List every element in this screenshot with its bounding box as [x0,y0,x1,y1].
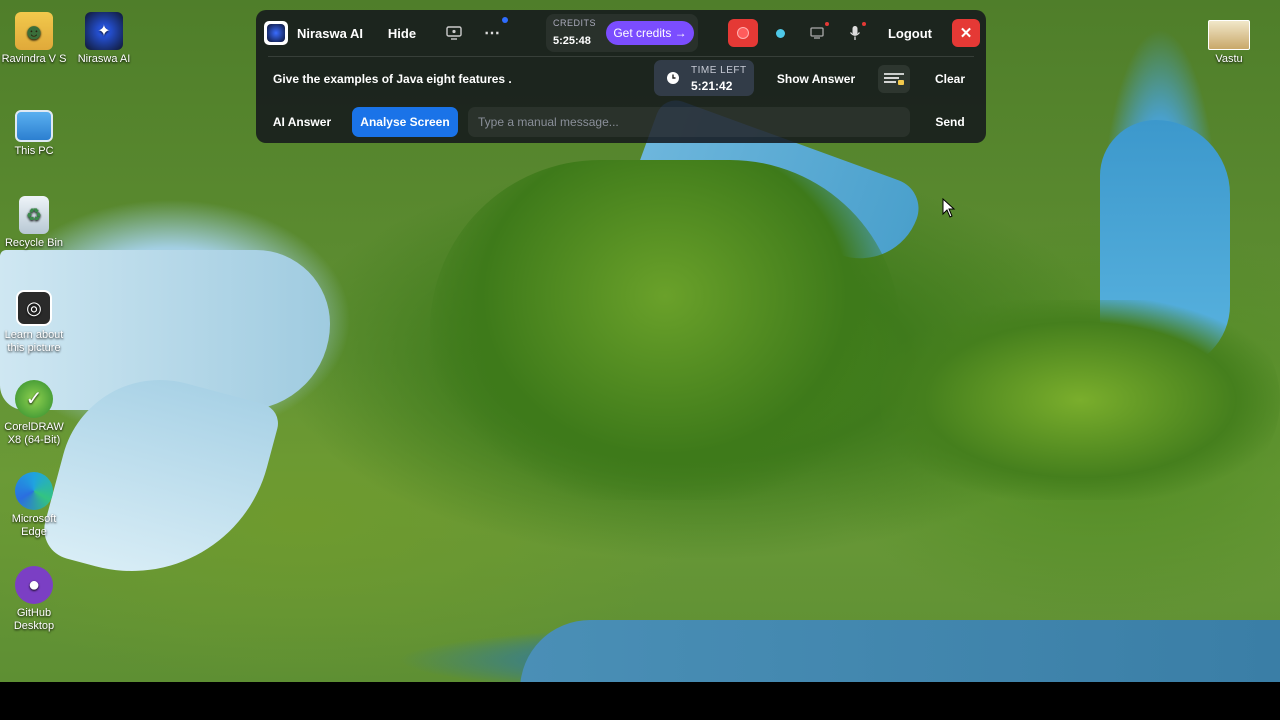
more-dots-icon: ⋯ [484,25,500,42]
niraswa-app-icon: ✦ [85,12,123,50]
desktop-icon-coreldraw[interactable]: ✓ CorelDRAW X8 (64-Bit) [0,380,70,447]
close-icon: ✕ [959,25,973,42]
desktop-icon-learn-picture[interactable]: ◎ Learn about this picture [0,290,70,355]
desktop-icon-this-pc[interactable]: This PC [0,104,70,158]
time-left-value: 5:21:42 [691,79,733,93]
record-icon [737,27,749,39]
notification-dot [502,17,508,23]
credits-label: CREDITS [553,18,597,28]
desktop-icon-label: This PC [14,145,54,157]
desktop-icon-label: GitHub Desktop [13,607,55,632]
desktop-icon-vastu[interactable]: Vastu [1193,18,1265,66]
desktop-icon-niraswa[interactable]: ✦ Niraswa AI [68,12,140,66]
github-icon: ● [15,566,53,604]
show-answer-button[interactable]: Show Answer [770,66,862,92]
recycle-bin-icon: ♻ [19,196,49,234]
desktop-icon-label: Ravindra V S [1,53,67,65]
desktop-icon-label: Vastu [1215,53,1243,65]
record-button[interactable] [728,19,758,47]
time-left-box: TIME LEFT 5:21:42 [654,60,754,96]
desktop-icon-label: Microsoft Edge [11,513,57,538]
question-text: Give the examples of Java eight features… [273,72,512,86]
close-button[interactable]: ✕ [952,19,980,47]
microphone-button[interactable] [840,19,870,47]
manual-message-input[interactable] [468,107,910,137]
analyse-screen-button[interactable]: Analyse Screen [352,107,458,137]
ai-answer-button[interactable]: AI Answer [266,107,338,137]
input-row: AI Answer Analyse Screen Send [256,102,986,142]
microphone-icon [849,26,861,40]
coreldraw-icon: ✓ [15,380,53,418]
desktop-icon-label: CorelDRAW X8 (64-Bit) [4,421,64,446]
clock-icon [667,72,679,84]
time-left-label: TIME LEFT [691,65,747,76]
desktop-icon-github[interactable]: ● GitHub Desktop [0,566,70,633]
send-button[interactable]: Send [926,107,974,137]
get-credits-button[interactable]: Get credits → [606,21,694,45]
mouse-cursor-icon [942,198,956,218]
user-folder-icon: ☻ [15,12,53,50]
display-icon [810,27,824,39]
edge-icon [15,472,53,510]
layout-toggle-button[interactable] [878,65,910,93]
wallpaper-forest [430,160,900,500]
app-title: Niraswa AI [297,26,363,41]
logout-button[interactable]: Logout [882,21,938,45]
toolbar-row: Niraswa AI Hide ⋯ CREDITS 5:25:48 Get cr… [256,10,986,56]
mic-alert-dot [862,22,866,26]
desktop-icon-recycle-bin[interactable]: ♻ Recycle Bin [0,196,70,250]
desktop-icon-label: Niraswa AI [77,53,131,65]
display-alert-dot [825,22,829,26]
status-indicator-button[interactable] [765,19,795,47]
image-file-icon [1208,20,1250,50]
display-button[interactable] [802,19,832,47]
desktop-icon-user-folder[interactable]: ☻ Ravindra V S [0,12,70,66]
clear-button[interactable]: Clear [926,66,974,92]
monitor-icon [446,26,462,40]
list-lines-icon [884,73,904,85]
computer-icon [15,110,53,142]
taskbar [0,682,1280,720]
camera-icon: ◎ [16,290,52,326]
desktop-icon-label: Learn about this picture [4,329,64,354]
niraswa-overlay-panel: Niraswa AI Hide ⋯ CREDITS 5:25:48 Get cr… [256,10,986,143]
screen-share-button[interactable] [439,19,469,47]
question-row: Give the examples of Java eight features… [256,56,986,100]
wallpaper-river-bottom [520,620,1280,682]
desktop-icon-edge[interactable]: Microsoft Edge [0,472,70,539]
status-dot-icon [775,28,785,38]
hide-button[interactable]: Hide [378,21,426,45]
more-button[interactable]: ⋯ [477,19,507,47]
credits-box: CREDITS 5:25:48 Get credits → [546,14,698,52]
niraswa-logo-icon [264,21,288,45]
credits-value: 5:25:48 [553,35,591,47]
desktop-icon-label: Recycle Bin [4,237,64,249]
wallpaper-forest-right [880,300,1280,500]
